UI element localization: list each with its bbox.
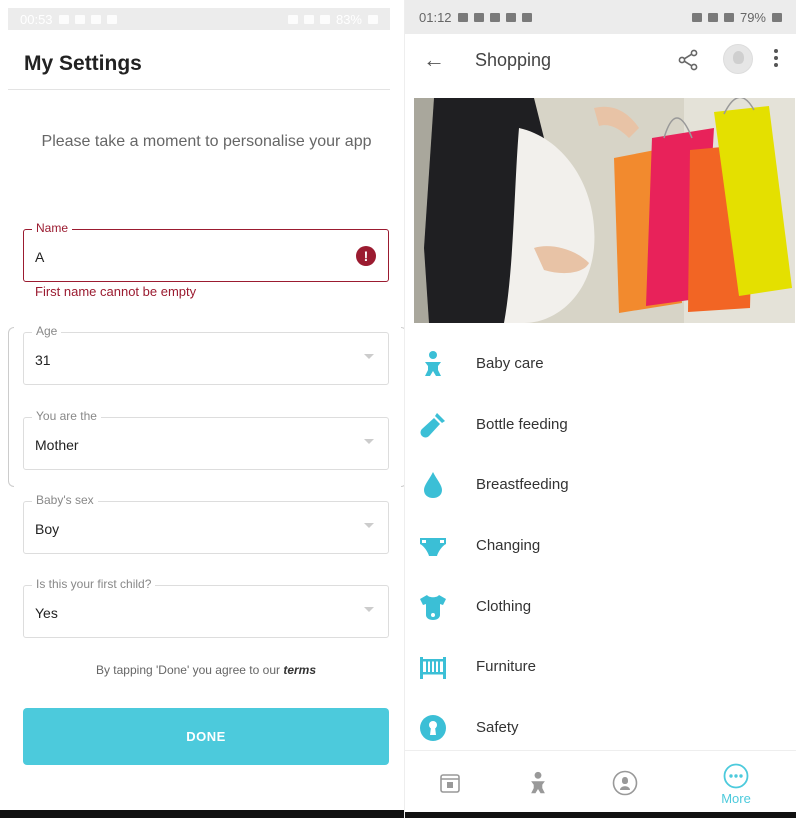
screen-title: Shopping [475,50,552,70]
status-bar: 01:12 79% [405,0,796,34]
divider [8,89,390,90]
category-changing[interactable]: Changing [405,516,796,577]
baby-icon [531,771,545,794]
age-label: Age [32,324,62,338]
more-options-icon[interactable] [773,46,779,72]
category-label: Bottle feeding [476,415,568,433]
role-label: You are the [32,409,101,423]
gallery-icon [106,14,117,24]
alarm-icon [287,14,298,24]
category-label: Furniture [476,658,537,676]
role-value: Mother [35,437,79,453]
more-icon [723,763,749,789]
category-furniture[interactable]: Furniture [405,637,796,698]
first-child-value: Yes [35,605,58,621]
signal-icon [723,12,734,22]
first-child-label: Is this your first child? [32,577,156,591]
category-clothing[interactable]: Clothing [405,577,796,638]
app-bar: ← Shopping [405,36,796,86]
role-select[interactable]: You are the Mother [23,409,389,470]
category-label: Breastfeeding [476,476,569,494]
battery-icon [368,14,378,24]
error-icon: ! [356,246,376,266]
intro-text: Please take a moment to personalise your… [41,133,372,150]
baby-icon [425,351,441,376]
name-label: Name [32,221,73,235]
wifi-icon [303,14,314,24]
message-icon [457,12,468,22]
status-bar: 00:53 83% [8,8,390,30]
signal-icon [319,14,330,24]
name-field[interactable]: Name A ! [23,221,389,282]
instagram-icon [90,14,101,24]
nav-baby[interactable] [508,751,568,813]
alarm-icon [691,12,702,22]
back-arrow-icon[interactable]: ← [423,48,447,72]
nav-profile[interactable] [595,751,655,813]
stats-icon [521,12,532,22]
crib-icon [420,657,446,680]
category-label: Changing [476,537,541,555]
wifi-icon [707,12,718,22]
hero-image [414,98,795,323]
instagram-icon [489,12,500,22]
battery-level: 83% [335,11,362,27]
system-nav-bar [405,812,796,818]
category-label: Safety [476,719,519,737]
system-nav-bar [0,810,404,818]
chevron-down-icon [364,607,374,612]
age-select[interactable]: Age 31 [23,324,389,385]
gallery-icon [505,12,516,22]
chevron-down-icon [364,523,374,528]
terms-text: By tapping 'Done' you agree to our terms [23,663,389,677]
baby-sex-value: Boy [35,521,60,537]
notification-icon [473,12,484,22]
baby-sex-label: Baby's sex [32,493,98,507]
battery-icon [772,12,782,22]
name-error-message: First name cannot be empty [35,284,197,299]
chevron-down-icon [364,354,374,359]
category-breastfeeding[interactable]: Breastfeeding [405,455,796,516]
shopping-screen: 01:12 79% ← Shopping Baby care Bottle fe… [404,0,796,818]
status-time: 00:53 [20,11,53,27]
category-baby-care[interactable]: Baby care [405,334,796,395]
nav-more[interactable]: More [706,751,766,813]
baby-sex-select[interactable]: Baby's sex Boy [23,493,389,554]
chevron-down-icon [364,439,374,444]
page-title: My Settings [24,52,142,75]
nav-calendar[interactable] [420,751,480,813]
category-list: Baby care Bottle feeding Breastfeeding C… [405,334,796,759]
category-bottle-feeding[interactable]: Bottle feeding [405,395,796,456]
battery-level: 79% [739,9,766,25]
category-label: Baby care [476,355,544,372]
bottom-nav: More [405,750,796,812]
pregnant-woman-shopping-bags-image [414,98,795,323]
message-icon [58,14,69,24]
notification-icon [74,14,85,24]
group-bracket-left [8,327,14,487]
terms-link[interactable]: terms [283,663,316,677]
calendar-icon [440,774,460,793]
keyhole-icon [420,715,446,742]
terms-prefix: By tapping 'Done' you agree to our [95,663,280,677]
done-button[interactable]: DONE [23,708,389,765]
category-label: Clothing [476,597,532,615]
nav-more-label: More [721,791,751,806]
status-time: 01:12 [419,9,452,25]
age-value: 31 [35,352,51,368]
drop-icon [424,472,442,499]
onesie-icon [420,594,446,620]
profile-avatar[interactable] [723,44,753,74]
share-icon[interactable] [677,48,699,72]
profile-icon [612,770,638,796]
name-value: A [35,249,45,265]
diaper-icon [420,538,446,557]
first-child-select[interactable]: Is this your first child? Yes [23,577,389,638]
bottle-icon [420,412,445,438]
settings-screen: 00:53 83% My Settings Please take a mome… [0,0,404,818]
